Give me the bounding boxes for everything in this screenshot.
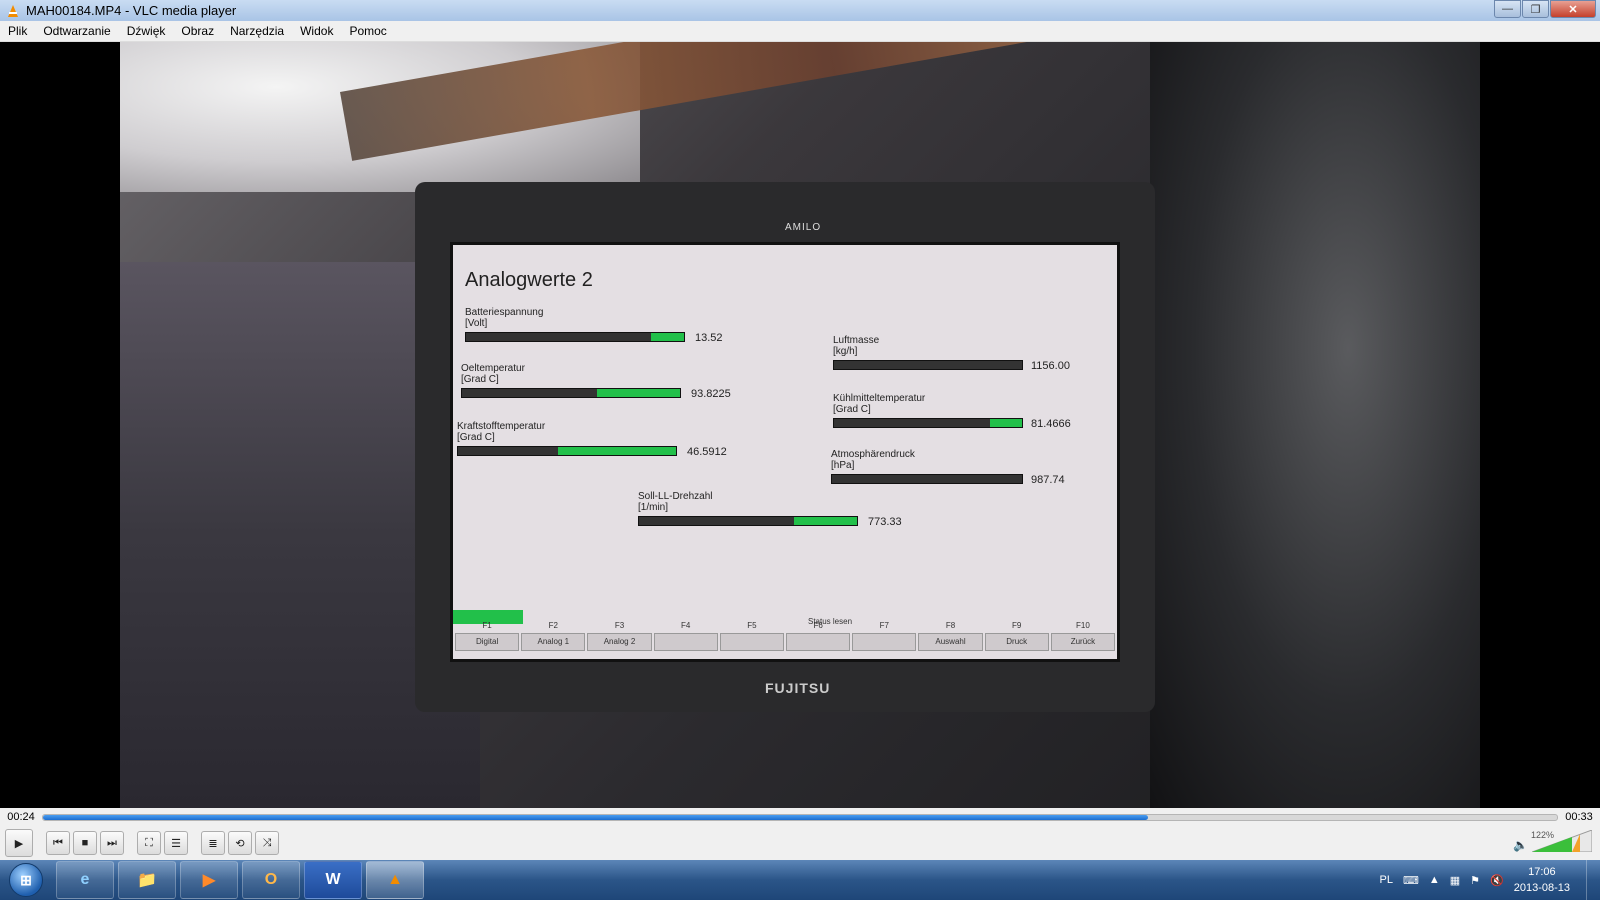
show-desktop-button[interactable]: [1586, 860, 1600, 900]
extended-settings-button[interactable]: ☰: [164, 831, 188, 855]
total-time: 00:33: [1565, 811, 1593, 823]
fkey-f7: F7: [852, 619, 917, 657]
fkey-f10: F10 Zurück: [1050, 619, 1116, 657]
minimize-button[interactable]: —: [1494, 0, 1521, 18]
media-player-icon: ▶: [202, 872, 216, 889]
window-controls: — ❐ ✕: [1494, 0, 1596, 18]
gauge-bar: [457, 446, 677, 456]
clock-date: 2013-08-13: [1513, 882, 1570, 894]
seek-row: 00:24 00:33: [0, 808, 1600, 826]
gauge-value: 987.74: [1031, 474, 1065, 486]
menu-odtwarzanie[interactable]: Odtwarzanie: [35, 24, 118, 38]
fkey-f3: F3 Analog 2: [587, 619, 652, 657]
folder-icon: 📁: [137, 872, 157, 889]
gauge-oeltemperatur: Oeltemperatur [Grad C] 93.8225: [461, 363, 731, 400]
laptop-screen: Analogwerte 2 Batteriespannung [Volt] 13…: [450, 242, 1120, 662]
taskbar-explorer[interactable]: 📁: [118, 861, 176, 899]
taskbar-media-player[interactable]: ▶: [180, 861, 238, 899]
menu-bar: Plik Odtwarzanie Dźwięk Obraz Narzędzia …: [0, 21, 1600, 42]
keyboard-icon[interactable]: ⌨: [1403, 874, 1419, 887]
gauge-bar: [833, 418, 1023, 428]
speaker-icon[interactable]: 🔈: [1513, 838, 1528, 852]
clock-time: 17:06: [1528, 866, 1556, 878]
menu-widok[interactable]: Widok: [292, 24, 341, 38]
function-key-bar: F1 Digital F2 Analog 1 F3 Analog 2 F4 F5 F6…: [455, 619, 1116, 657]
taskbar-word[interactable]: W: [304, 861, 362, 899]
volume-muted-icon[interactable]: 🔇: [1490, 874, 1504, 887]
seek-bar[interactable]: [42, 813, 1558, 821]
gauge-bar: [638, 516, 858, 526]
menu-narzedzia[interactable]: Narzędzia: [222, 24, 292, 38]
word-icon: W: [325, 871, 341, 888]
taskbar-outlook[interactable]: O: [242, 861, 300, 899]
fkey-f5: F5: [719, 619, 785, 657]
outlook-icon: O: [264, 871, 278, 888]
gauge-bar: [461, 388, 681, 398]
video-frame: AMILO Analogwerte 2 Batteriespannung [Vo…: [120, 42, 1480, 808]
menu-dzwiek[interactable]: Dźwięk: [119, 24, 174, 38]
leather-seat: [1150, 42, 1480, 808]
fkey-f1: F1 Digital: [455, 619, 520, 657]
gauge-value: 46.5912: [687, 446, 727, 458]
window-title: MAH00184.MP4 - VLC media player: [26, 3, 237, 18]
gauge-value: 93.8225: [691, 388, 731, 400]
volume-control[interactable]: 🔈 122%: [1513, 830, 1592, 852]
previous-button[interactable]: ⏮: [46, 831, 70, 855]
fkey-f8: F8 Auswahl: [918, 619, 983, 657]
menu-plik[interactable]: Plik: [0, 24, 35, 38]
next-button[interactable]: ⏭: [100, 831, 124, 855]
gauge-luftmasse: Luftmasse [kg/h] 1156.00: [833, 335, 1070, 372]
volume-slider[interactable]: [1532, 830, 1592, 852]
fkey-f2: F2 Analog 1: [521, 619, 586, 657]
laptop: AMILO Analogwerte 2 Batteriespannung [Vo…: [415, 182, 1155, 712]
clock[interactable]: 17:06 2013-08-13: [1514, 864, 1570, 896]
controls-bar: ▶ ⏮ ■ ⏭ ⛶ ☰ ≣ ⟲ ⤨ 🔈 122%: [0, 826, 1600, 860]
loop-button[interactable]: ⟲: [228, 831, 252, 855]
shuffle-button[interactable]: ⤨: [255, 831, 279, 855]
menu-pomoc[interactable]: Pomoc: [341, 24, 394, 38]
gauge-batteriespannung: Batteriespannung [Volt] 13.52: [465, 307, 723, 344]
fullscreen-button[interactable]: ⛶: [137, 831, 161, 855]
maximize-button[interactable]: ❐: [1522, 0, 1549, 18]
show-hidden-icons-icon[interactable]: ▲: [1429, 874, 1440, 886]
action-center-icon[interactable]: ⚑: [1470, 874, 1480, 887]
vlc-cone-icon: ▲: [387, 871, 403, 888]
title-bar: MAH00184.MP4 - VLC media player — ❐ ✕: [0, 0, 1600, 21]
playlist-button[interactable]: ≣: [201, 831, 225, 855]
close-button[interactable]: ✕: [1550, 0, 1596, 18]
taskbar-internet-explorer[interactable]: e: [56, 861, 114, 899]
seek-progress: [43, 814, 1149, 820]
play-button[interactable]: ▶: [5, 829, 33, 857]
fkey-f9: F9 Druck: [984, 619, 1049, 657]
network-icon[interactable]: ▦: [1450, 874, 1460, 887]
gauge-value: 13.52: [695, 332, 723, 344]
menu-obraz[interactable]: Obraz: [173, 24, 222, 38]
gauge-value: 773.33: [868, 516, 902, 528]
language-indicator[interactable]: PL: [1379, 874, 1392, 886]
gauge-bar: [831, 474, 1023, 484]
system-tray: PL ⌨ ▲ ▦ ⚑ 🔇 17:06 2013-08-13: [1379, 860, 1600, 900]
laptop-brand: AMILO: [785, 222, 822, 233]
gauge-atmosphaerendruck: Atmosphärendruck [hPa] 987.74: [831, 449, 1065, 486]
internet-explorer-icon: e: [80, 871, 90, 888]
gauge-bar: [465, 332, 685, 342]
gauge-bar: [833, 360, 1023, 370]
elapsed-time: 00:24: [7, 811, 35, 823]
screen-title: Analogwerte 2: [465, 269, 593, 291]
video-area[interactable]: AMILO Analogwerte 2 Batteriespannung [Vo…: [0, 42, 1600, 808]
gauge-kuehlmitteltemperatur: Kühlmitteltemperatur [Grad C] 81.4666: [833, 393, 1071, 430]
vlc-cone-icon: [8, 4, 18, 17]
gauge-kraftstofftemperatur: Kraftstofftemperatur [Grad C] 46.5912: [457, 421, 727, 458]
taskbar-vlc[interactable]: ▲: [366, 861, 424, 899]
gauge-value: 1156.00: [1031, 360, 1070, 372]
fkey-f4: F4: [653, 619, 718, 657]
taskbar: ⊞ e 📁 ▶ O W ▲ PL ⌨ ▲ ▦ ⚑ 🔇 17:06 2013-08…: [0, 860, 1600, 900]
laptop-maker-logo: FUJITSU: [765, 680, 831, 696]
windows-logo-icon: ⊞: [9, 863, 43, 897]
start-button[interactable]: ⊞: [0, 860, 52, 900]
fkey-f6: F6: [786, 619, 851, 657]
gauge-value: 81.4666: [1031, 418, 1071, 430]
stop-button[interactable]: ■: [73, 831, 97, 855]
gauge-soll-ll-drehzahl: Soll-LL-Drehzahl [1/min] 773.33: [638, 491, 902, 528]
